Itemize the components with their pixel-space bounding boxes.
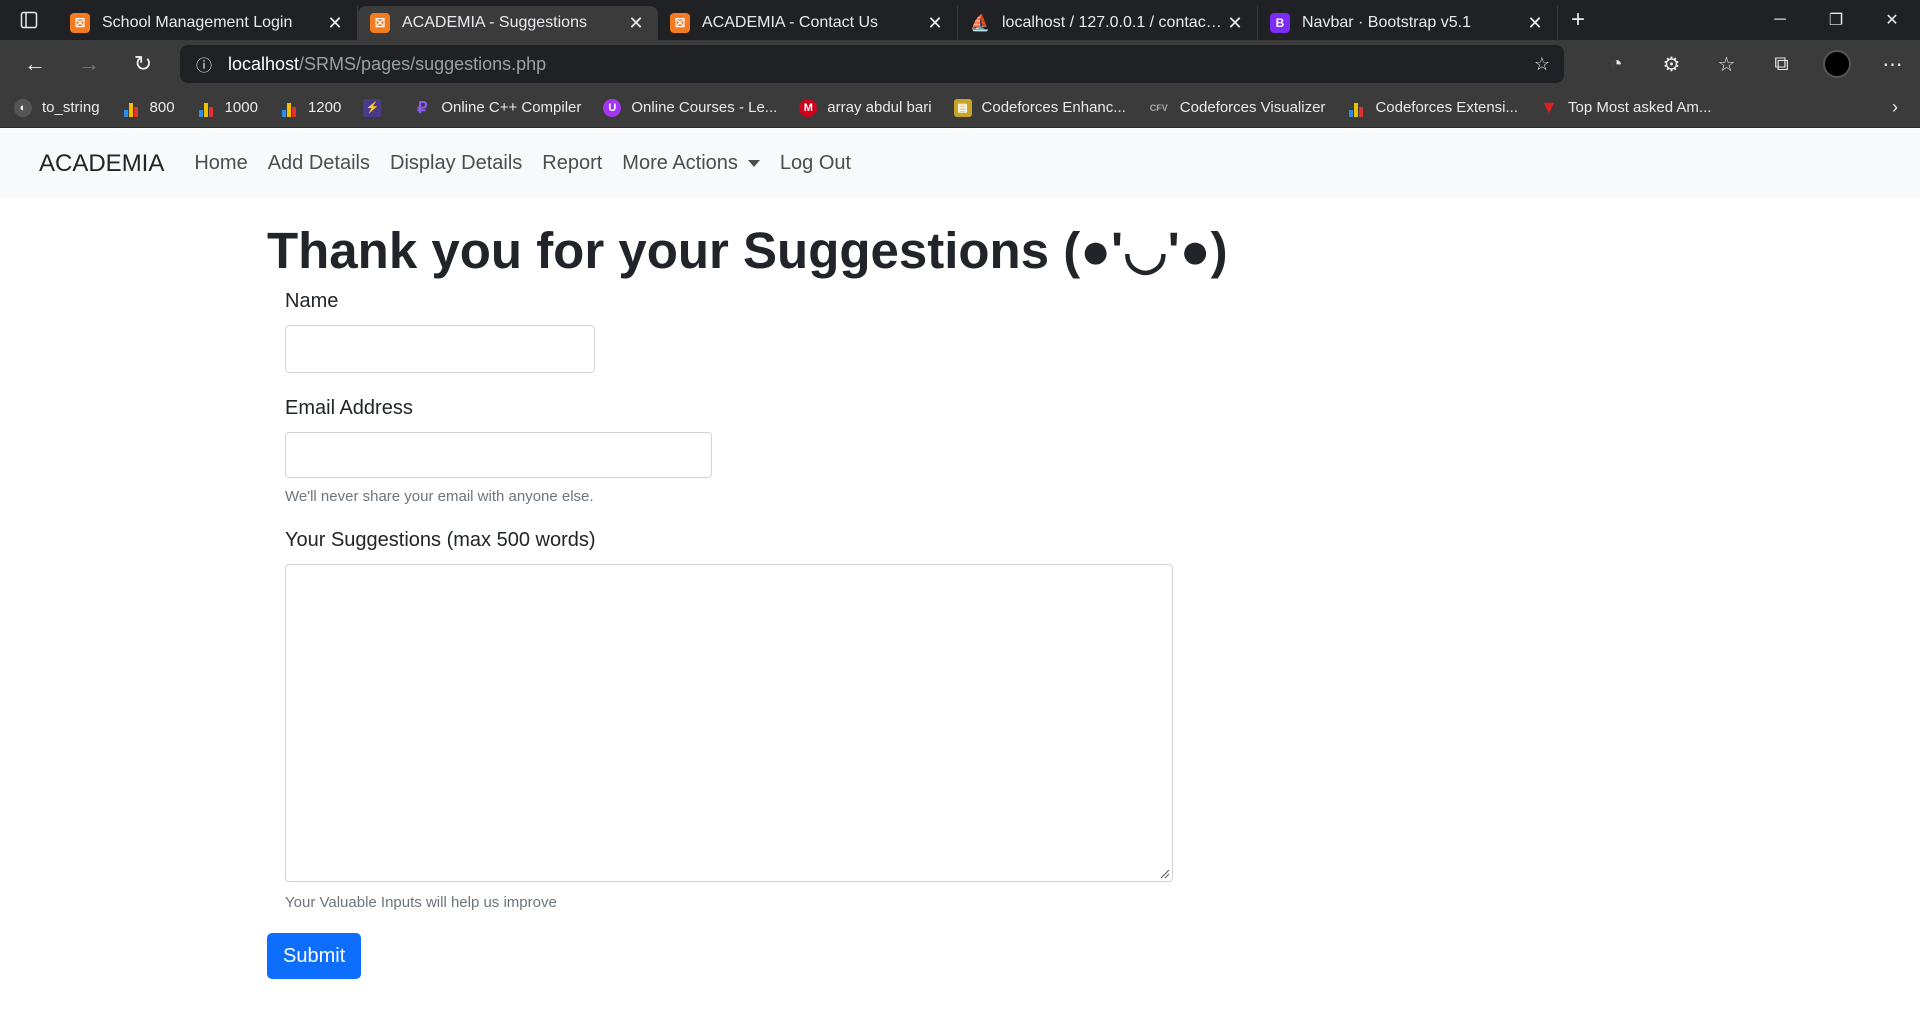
tab-strip: ☒ School Management Login ✕ ☒ ACADEMIA -…	[0, 0, 1920, 40]
bookmark[interactable]: ₽ Online C++ Compiler	[413, 99, 581, 117]
caret-down-icon	[747, 160, 760, 167]
nav-add-details[interactable]: Add Details	[268, 152, 370, 175]
name-input[interactable]	[285, 325, 595, 373]
close-window-icon[interactable]: ✕	[1864, 0, 1920, 40]
main-content: Thank you for your Suggestions (●'◡'●) N…	[267, 198, 1267, 979]
minimize-icon[interactable]: ─	[1752, 0, 1808, 40]
udemy-icon: U	[603, 98, 622, 117]
bar-chart-icon	[122, 99, 140, 117]
chevron-right-icon[interactable]: ›	[1892, 97, 1898, 118]
xampp-icon: ☒	[670, 13, 690, 33]
bar-chart-icon	[280, 99, 298, 117]
close-icon[interactable]: ✕	[1225, 13, 1245, 34]
nav-home[interactable]: Home	[194, 152, 247, 175]
browser-tab-active[interactable]: ☒ ACADEMIA - Suggestions ✕	[358, 6, 658, 40]
bookmark[interactable]: ⚡	[363, 98, 391, 117]
suggestions-label: Your Suggestions (max 500 words)	[285, 529, 596, 551]
submit-button[interactable]: Submit	[267, 933, 362, 979]
email-help-text: We'll never share your email with anyone…	[285, 488, 594, 505]
close-icon[interactable]: ✕	[1525, 13, 1545, 34]
browser-tab[interactable]: ☒ ACADEMIA - Contact Us ✕	[658, 6, 958, 40]
circle-icon: ◐	[14, 98, 32, 117]
tab-title: Navbar · Bootstrap v5.1	[1302, 14, 1471, 31]
bookmarks-bar: ◐ to_string 800 1000 1200 ⚡ ₽ Online C++ C…	[0, 88, 1920, 128]
nav-report[interactable]: Report	[542, 152, 602, 175]
suggestions-textarea[interactable]	[285, 564, 1173, 882]
new-tab-button[interactable]: +	[1558, 0, 1598, 40]
bar-chart-icon	[197, 99, 215, 117]
nav-log-out[interactable]: Log Out	[780, 152, 851, 175]
address-bar[interactable]: ⓘ localhost/SRMS/pages/suggestions.php ☆	[180, 45, 1564, 83]
bookmark[interactable]: CFV Codeforces Visualizer	[1148, 99, 1326, 117]
forward-icon[interactable]: →	[62, 40, 116, 88]
suggestion-form: Name Email Address We'll never share you…	[285, 290, 1267, 911]
tab-actions-icon[interactable]	[0, 0, 58, 40]
reload-icon[interactable]: ↻	[116, 40, 170, 88]
xampp-icon: ☒	[70, 13, 90, 33]
extensions-icon[interactable]: ⚙	[1644, 40, 1699, 88]
triangle-icon: ▼	[1540, 97, 1558, 117]
toolbar-icons: ◔ ⚙ ☆ ⧉ ⋯	[1589, 40, 1920, 88]
info-icon[interactable]: ⓘ	[180, 52, 228, 76]
bookmark[interactable]: ▼ Top Most asked Am...	[1540, 97, 1711, 117]
extension-icon: ▤	[953, 98, 972, 117]
email-label: Email Address	[285, 397, 413, 419]
bar-chart-icon	[1347, 99, 1365, 117]
browser-tab[interactable]: ☒ School Management Login ✕	[58, 6, 358, 40]
site-navbar: ACADEMIA Home Add Details Display Detail…	[0, 129, 1920, 198]
color-extension-icon[interactable]: ◔	[1589, 40, 1644, 88]
page-title: Thank you for your Suggestions (●'◡'●)	[267, 222, 1228, 279]
tab-title: School Management Login	[102, 14, 293, 31]
browser-tab[interactable]: ⛵ localhost / 127.0.0.1 / contacts / ✕	[958, 6, 1258, 40]
profile-avatar[interactable]	[1823, 50, 1851, 78]
bookmark[interactable]: 1200	[280, 99, 341, 117]
name-label: Name	[285, 290, 339, 312]
tab-title: ACADEMIA - Contact Us	[702, 14, 879, 31]
close-icon[interactable]: ✕	[925, 13, 945, 34]
bookmark[interactable]: ◐ to_string	[14, 98, 100, 117]
bookmark[interactable]: Codeforces Extensi...	[1347, 99, 1518, 117]
bootstrap-icon: B	[1270, 13, 1290, 33]
close-icon[interactable]: ✕	[325, 13, 345, 34]
url-text: localhost/SRMS/pages/suggestions.php	[228, 53, 547, 74]
more-menu-icon[interactable]: ⋯	[1865, 40, 1920, 88]
bookmark[interactable]: U Online Courses - Le...	[603, 98, 777, 117]
resize-handle-icon[interactable]	[1160, 869, 1170, 879]
bolt-icon: ⚡	[363, 98, 382, 117]
back-icon[interactable]: ←	[8, 40, 62, 88]
nav-more-actions-dropdown[interactable]: More Actions	[622, 152, 760, 175]
bookmark[interactable]: 1000	[197, 99, 258, 117]
bookmark[interactable]: Marray abdul bari	[799, 98, 932, 117]
bookmark[interactable]: ▤ Codeforces Enhanc...	[953, 98, 1126, 117]
navbar-brand[interactable]: ACADEMIA	[39, 150, 164, 178]
phpmyadmin-icon: ⛵	[970, 15, 990, 32]
tab-title: localhost / 127.0.0.1 / contacts /	[1002, 14, 1225, 31]
restore-icon[interactable]: ❐	[1808, 0, 1864, 40]
email-input[interactable]	[285, 432, 712, 478]
add-favorite-icon[interactable]: ☆	[1520, 54, 1564, 75]
collections-icon[interactable]: ⧉	[1754, 40, 1809, 88]
close-icon[interactable]: ✕	[626, 13, 646, 34]
m-icon: M	[799, 98, 818, 117]
cfv-icon: CFV	[1149, 102, 1168, 113]
tab-title: ACADEMIA - Suggestions	[402, 14, 587, 31]
nav-more-actions-label: More Actions	[622, 152, 738, 174]
favorites-icon[interactable]: ☆	[1699, 40, 1754, 88]
xampp-icon: ☒	[370, 13, 390, 33]
nav-display-details[interactable]: Display Details	[390, 152, 522, 175]
window-controls: ─ ❐ ✕	[1752, 0, 1920, 40]
browser-toolbar: ← → ↻ ⓘ localhost/SRMS/pages/suggestions…	[0, 40, 1920, 88]
bookmark[interactable]: 800	[122, 99, 175, 117]
suggestions-help-text: Your Valuable Inputs will help us improv…	[285, 894, 557, 911]
browser-tab[interactable]: B Navbar · Bootstrap v5.1 ✕	[1258, 6, 1558, 40]
compiler-icon: ₽	[417, 99, 428, 117]
